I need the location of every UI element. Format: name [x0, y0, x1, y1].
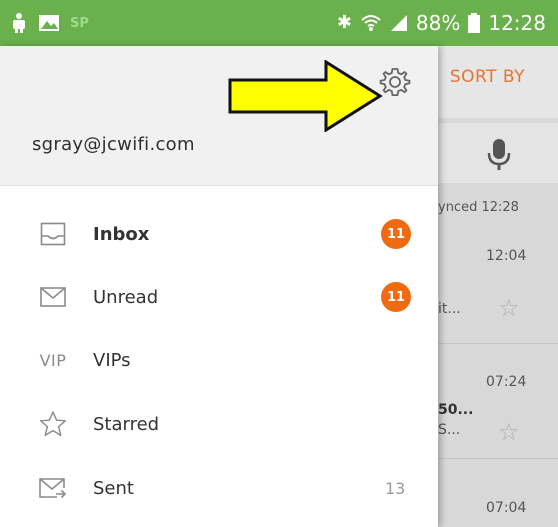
- inbox-tray-icon: [38, 219, 68, 249]
- star-icon[interactable]: ☆: [498, 418, 520, 446]
- battery-percent: 88%: [415, 11, 461, 35]
- faint-notification-text: SP: [70, 15, 89, 31]
- background-header: SORT BY: [438, 46, 558, 118]
- divider: [438, 458, 558, 459]
- list-item-time: 07:24: [486, 374, 527, 390]
- folder-label: VIPs: [93, 349, 131, 371]
- background-search-bar[interactable]: [438, 123, 558, 183]
- list-item-snippet: S...: [438, 422, 461, 438]
- envelope-icon: [38, 282, 68, 312]
- star-icon: [38, 409, 68, 439]
- folder-item-vips[interactable]: VIP VIPs: [0, 329, 438, 391]
- folder-label: Starred: [93, 413, 160, 435]
- settings-gear-icon[interactable]: [378, 66, 412, 100]
- folder-item-inbox[interactable]: Inbox 11: [0, 203, 438, 265]
- image-notification-icon: [39, 15, 59, 31]
- list-item-time: 07:04: [486, 500, 527, 516]
- microphone-icon[interactable]: [484, 136, 514, 172]
- status-bar-right: ✱ 88% 12:28: [337, 0, 546, 46]
- android-notification-icon: [13, 13, 25, 33]
- account-email[interactable]: sgray@jcwifi.com: [32, 134, 195, 155]
- folder-item-sent[interactable]: Sent 13: [0, 457, 438, 519]
- wifi-icon: [361, 15, 381, 31]
- list-item-snippet: 50...: [438, 402, 474, 418]
- navigation-drawer: sgray@jcwifi.com Inbox 11 Unread 11 VIP …: [0, 46, 438, 527]
- divider: [438, 343, 558, 344]
- folder-label: Sent: [93, 477, 134, 499]
- unread-count-badge: 11: [381, 219, 411, 249]
- unread-count-badge: 11: [381, 282, 411, 312]
- background-message-list: SORT BY ynced 12:28 12:04 it... ☆ 07:24 …: [438, 46, 558, 527]
- message-count: 13: [385, 478, 406, 498]
- folder-item-unread[interactable]: Unread 11: [0, 266, 438, 328]
- signal-icon: [390, 15, 407, 31]
- folder-label: Inbox: [93, 223, 150, 245]
- list-item-time: 12:04: [486, 248, 527, 264]
- drawer-header: sgray@jcwifi.com: [0, 46, 438, 186]
- battery-icon: [468, 13, 481, 33]
- bluetooth-icon: ✱: [336, 12, 352, 33]
- clock: 12:28: [488, 11, 546, 35]
- annotation-arrow: [228, 60, 383, 132]
- status-bar: SP ✱ 88% 12:28: [0, 0, 558, 46]
- status-bar-left: SP: [10, 0, 89, 46]
- sent-envelope-icon: [38, 473, 68, 503]
- folder-label: Unread: [93, 286, 159, 308]
- star-icon[interactable]: ☆: [498, 294, 520, 322]
- folder-item-starred[interactable]: Starred: [0, 393, 438, 455]
- synced-status: ynced 12:28: [438, 200, 519, 215]
- sort-by-button[interactable]: SORT BY: [450, 67, 525, 87]
- vip-icon: VIP: [39, 350, 67, 370]
- list-item-snippet: it...: [438, 301, 461, 317]
